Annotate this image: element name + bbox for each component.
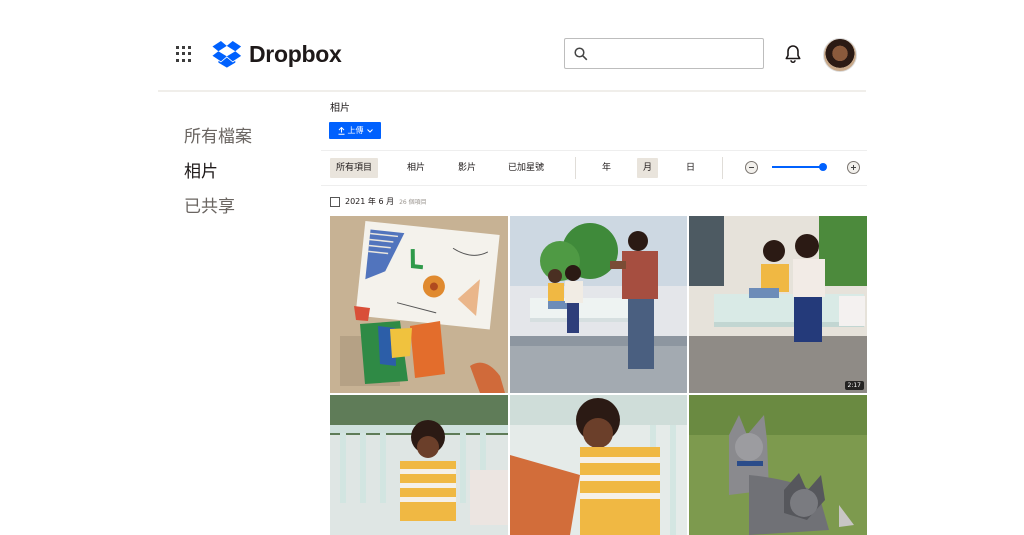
photo-boy-bench [330,395,508,535]
group-count: 26 個項目 [399,199,427,206]
photo-grid: 2:17 [330,216,867,535]
search-icon [574,47,588,61]
zoom-slider-handle[interactable] [819,163,827,171]
zoom-out-icon[interactable] [745,161,758,174]
photo-dogs [689,395,867,535]
photo-tile[interactable]: 2:17 [689,216,867,393]
search-box[interactable] [564,38,764,69]
filter-starred[interactable]: 已加星號 [502,158,550,178]
photo-mother-son-swing [689,216,867,393]
view-month[interactable]: 月 [637,158,659,178]
photo-tile[interactable] [510,395,687,535]
filter-videos[interactable]: 影片 [452,158,482,178]
filter-bar: 所有項目 相片 影片 已加星號 年 月 日 [321,150,867,186]
date-group-header: 2021 年 6 月 26 個項目 [330,195,427,208]
view-year[interactable]: 年 [596,158,617,178]
upload-icon [338,126,344,135]
view-day[interactable]: 日 [680,158,701,178]
photo-tile[interactable] [689,395,867,535]
dropbox-logo[interactable]: Dropbox [211,39,342,69]
photo-boy-smiling [510,395,687,535]
group-date: 2021 年 6 月 [345,197,395,206]
page-title: 相片 [330,103,350,114]
upload-label: 上傳 [347,126,364,135]
upload-button[interactable]: 上傳 [329,122,381,139]
zoom-in-icon[interactable] [847,161,860,174]
photo-family-swing [510,216,687,393]
select-group-checkbox[interactable] [330,196,340,207]
sidebar-item-shared[interactable]: 已共享 [184,196,252,219]
filter-all[interactable]: 所有項目 [330,158,379,178]
photo-artwork [330,216,508,393]
brand-name: Dropbox [249,40,342,67]
filter-photos[interactable]: 相片 [401,158,431,178]
bell-icon[interactable] [784,44,802,64]
sidebar: 所有檔案 相片 已共享 [184,126,252,231]
photo-tile[interactable] [330,216,508,393]
dropbox-box-icon [212,40,242,68]
search-input[interactable] [595,43,759,67]
divider [575,157,576,179]
photo-tile[interactable] [330,395,508,535]
chevron-down-icon [366,128,373,133]
sidebar-item-photos[interactable]: 相片 [184,161,252,184]
top-bar: Dropbox [158,0,866,92]
zoom-slider[interactable] [772,163,827,171]
divider [722,157,723,179]
photo-tile[interactable] [510,216,687,393]
sidebar-item-all-files[interactable]: 所有檔案 [184,126,252,149]
avatar[interactable] [823,38,857,72]
app-grid-icon[interactable] [176,46,192,62]
video-duration: 2:17 [844,381,864,390]
